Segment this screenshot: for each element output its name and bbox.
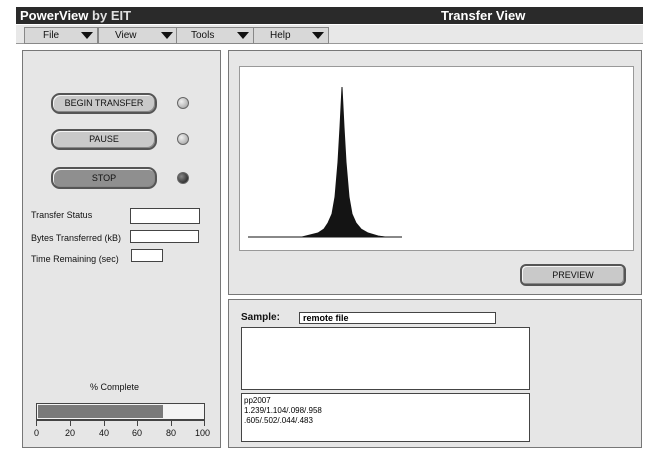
sample-data-line: .605/.502/.044/.483: [244, 416, 313, 425]
sample-panel: Sample: remote file pp2007 1.239/1.104/.…: [228, 299, 642, 448]
bytes-transferred-field: [130, 230, 199, 243]
waveform-plot: [248, 86, 402, 238]
pause-indicator-led: [177, 133, 189, 145]
sample-preview-area: [241, 327, 530, 390]
progress-scale: [36, 420, 205, 430]
menu-tools-label: Tools: [191, 30, 215, 41]
tick-label: 0: [34, 428, 40, 438]
progress-fill: [38, 405, 163, 418]
sample-label: Sample:: [241, 312, 280, 323]
preview-button[interactable]: PREVIEW: [520, 264, 626, 286]
tick-label: 100: [195, 428, 211, 438]
time-remaining-label: Time Remaining (sec): [31, 254, 119, 264]
tick-mark: [171, 420, 172, 426]
bytes-transferred-label: Bytes Transferred (kB): [31, 233, 122, 243]
progress-bar: [36, 403, 205, 420]
preview-panel: PREVIEW: [228, 50, 642, 295]
pause-button[interactable]: PAUSE: [51, 129, 157, 150]
waveform-frame: [239, 66, 634, 251]
tick-mark: [70, 420, 71, 426]
transfer-status-label: Transfer Status: [31, 210, 93, 220]
tick-label: 60: [132, 428, 143, 438]
begin-transfer-button[interactable]: BEGIN TRANSFER: [51, 93, 157, 114]
dropdown-arrow-icon: [237, 32, 249, 39]
tick-mark: [204, 420, 205, 426]
dropdown-arrow-icon: [81, 32, 93, 39]
menu-file[interactable]: File: [24, 27, 98, 44]
app-name: PowerView: [20, 8, 89, 23]
menu-view[interactable]: View: [98, 27, 178, 44]
sample-source-field[interactable]: remote file: [299, 312, 496, 324]
menu-help[interactable]: Help: [253, 27, 329, 44]
tick-mark: [104, 420, 105, 426]
percent-complete-label: % Complete: [90, 382, 140, 392]
menu-help-label: Help: [270, 30, 291, 41]
menu-tools[interactable]: Tools: [176, 27, 254, 44]
menu-view-label: View: [115, 30, 137, 41]
title-bar: PowerView by EIT Transfer View: [16, 7, 643, 24]
app-by: by EIT: [92, 8, 132, 23]
tick-label: 20: [65, 428, 76, 438]
control-panel: BEGIN TRANSFER PAUSE STOP Transfer Statu…: [22, 50, 221, 448]
dropdown-arrow-icon: [312, 32, 324, 39]
begin-indicator-led: [177, 97, 189, 109]
tick-mark: [137, 420, 138, 426]
view-title: Transfer View: [441, 8, 526, 23]
transfer-status-field: [130, 208, 200, 224]
sample-data-line: pp2007: [244, 396, 271, 405]
menu-file-label: File: [43, 30, 60, 41]
tick-label: 40: [99, 428, 110, 438]
menu-bar: File View Tools Help: [16, 25, 643, 44]
sample-data-line: 1.239/1.104/.098/.958: [244, 406, 322, 415]
waveform-peak: [301, 86, 386, 238]
app-title: PowerView by EIT: [20, 7, 131, 24]
tick-label: 80: [166, 428, 177, 438]
stop-button[interactable]: STOP: [51, 167, 157, 189]
time-remaining-field: [131, 249, 163, 262]
tick-mark: [36, 420, 37, 426]
dropdown-arrow-icon: [161, 32, 173, 39]
sample-data-list: pp2007 1.239/1.104/.098/.958 .605/.502/.…: [241, 393, 530, 442]
stop-indicator-led: [177, 172, 189, 184]
